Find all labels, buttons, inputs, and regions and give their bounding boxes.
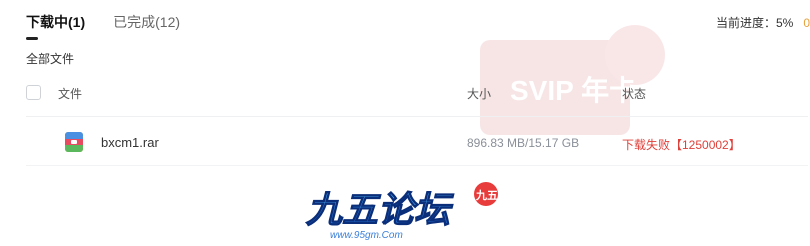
progress-label: 当前进度： xyxy=(715,16,776,30)
select-all-checkbox[interactable] xyxy=(26,85,41,100)
overall-progress: 当前进度：5% 0 xyxy=(716,14,810,31)
column-header-status: 状态 xyxy=(622,87,647,101)
header-divider xyxy=(26,116,808,117)
forum-stamp: 九五 xyxy=(475,188,498,202)
forum-watermark-logo: 九五论坛 九五 www.95gm.Com xyxy=(305,182,498,241)
tab-downloading-label: 下载中(1) xyxy=(26,14,86,30)
row-divider xyxy=(26,165,808,166)
archive-icon xyxy=(65,132,83,152)
table-row[interactable]: bxcm1.rar 896.83 MB/15.17 GB 下载失败【125000… xyxy=(26,126,806,158)
tab-completed[interactable]: 已完成(12) xyxy=(113,11,180,35)
tab-completed-label: 已完成(12) xyxy=(113,14,181,30)
file-name[interactable]: bxcm1.rar xyxy=(101,135,159,150)
breadcrumb-all-files[interactable]: 全部文件 xyxy=(26,50,74,67)
progress-tail: 0 xyxy=(803,16,810,30)
file-size: 896.83 MB/15.17 GB xyxy=(467,136,580,150)
tab-downloading[interactable]: 下载中(1) xyxy=(26,11,86,40)
forum-url: www.95gm.Com xyxy=(330,230,403,241)
table-header: 文件 大小 状态 xyxy=(26,82,806,104)
column-header-size: 大小 xyxy=(467,87,492,101)
download-tabs: 下载中(1) 已完成(12) xyxy=(26,11,180,40)
active-tab-indicator xyxy=(26,37,38,40)
status-badge: 下载失败【1250002】 xyxy=(622,138,741,152)
column-header-name: 文件 xyxy=(58,87,83,101)
forum-name: 九五论坛 xyxy=(306,189,454,230)
progress-value: 5% xyxy=(775,16,794,30)
